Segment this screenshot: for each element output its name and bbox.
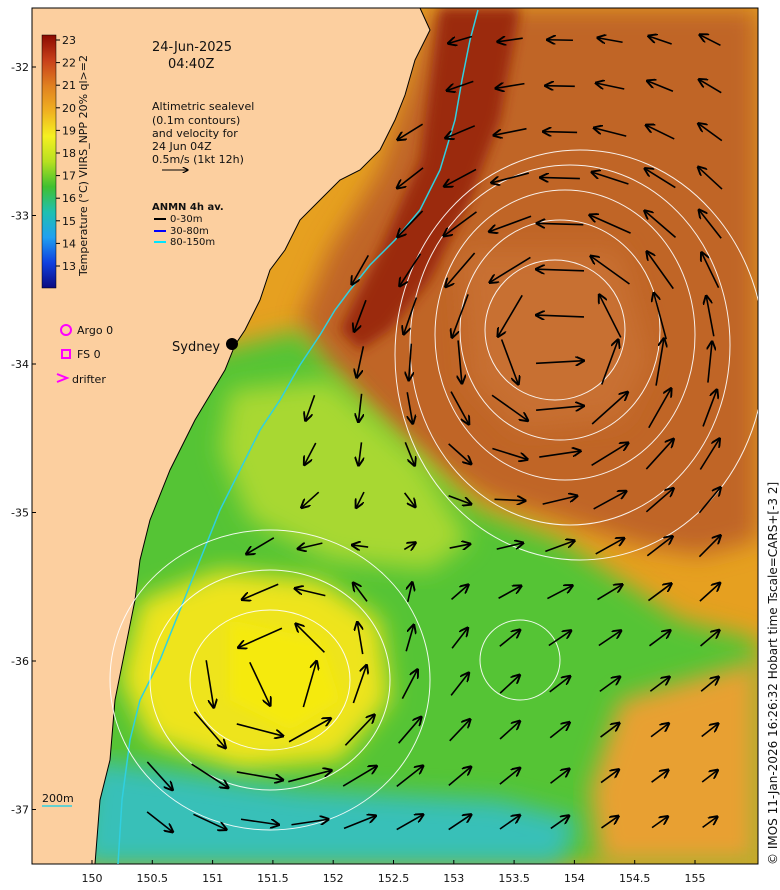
colorbar-tick-label: 17: [62, 170, 76, 183]
city-label: Sydney: [172, 340, 220, 355]
colorbar-tick-label: 13: [62, 260, 76, 273]
colorbar-tick-label: 20: [62, 102, 76, 115]
y-tick-label: -35: [11, 507, 29, 520]
x-tick-label: 153: [443, 872, 464, 885]
velocity-arrow: [543, 132, 578, 133]
velocity-arrow: [545, 86, 575, 87]
svg-text:FS 0: FS 0: [77, 348, 101, 361]
svg-text:and velocity for: and velocity for: [152, 127, 238, 140]
x-tick-label: 151: [202, 872, 223, 885]
colorbar-tick-label: 15: [62, 215, 76, 228]
svg-text:0-30m: 0-30m: [170, 214, 202, 225]
map-time: 04:40Z: [168, 57, 214, 72]
map-date: 24-Jun-2025: [152, 40, 232, 55]
svg-text:ANMN 4h av.: ANMN 4h av.: [152, 202, 224, 213]
colorbar-tick-label: 23: [62, 34, 76, 47]
svg-text:30-80m: 30-80m: [170, 226, 209, 237]
colorbar-tick-label: 16: [62, 192, 76, 205]
x-tick-label: 154.5: [619, 872, 651, 885]
x-tick-label: 150: [82, 872, 103, 885]
svg-text:24 Jun 04Z: 24 Jun 04Z: [152, 140, 212, 153]
x-tick-label: 154: [564, 872, 585, 885]
y-tick-label: -36: [11, 655, 29, 668]
colorbar-tick-label: 19: [62, 124, 76, 137]
y-tick-label: -37: [11, 804, 29, 817]
colorbar-tick-label: 14: [62, 237, 76, 250]
x-tick-label: 151.5: [257, 872, 289, 885]
svg-text:drifter: drifter: [72, 373, 106, 386]
svg-text:0.5m/s (1kt 12h): 0.5m/s (1kt 12h): [152, 153, 244, 166]
svg-text:Argo 0: Argo 0: [77, 324, 113, 337]
x-tick-label: 152: [323, 872, 344, 885]
y-tick-label: -32: [11, 61, 29, 74]
colorbar-tick-label: 18: [62, 147, 76, 160]
colorbar-tick-label: 22: [62, 57, 76, 70]
svg-text:Altimetric sealevel: Altimetric sealevel: [152, 100, 254, 113]
sst-map: Sydney 23 22 21 20 19 18 17 16 15 14 13 Temperatur…: [11, 7, 780, 885]
sst-field: [32, 8, 758, 864]
isobath-label: 200m: [42, 792, 74, 805]
x-tick-label: 150.5: [137, 872, 169, 885]
y-tick-label: -33: [11, 210, 29, 223]
x-tick-label: 153.5: [498, 872, 530, 885]
credit-text: © IMOS 11-Jan-2026 16:26:32 Hobart time …: [766, 482, 780, 865]
sydney-marker: [226, 338, 238, 350]
y-tick-label: -34: [11, 358, 29, 371]
x-tick-label: 152.5: [378, 872, 410, 885]
svg-text:(0.1m contours): (0.1m contours): [152, 114, 240, 127]
colorbar-label: Temperature (°C) VIIRS_NPP 20% ql>=2: [77, 55, 90, 277]
svg-text:80-150m: 80-150m: [170, 237, 215, 248]
colorbar: [41, 34, 57, 289]
colorbar-tick-label: 21: [62, 79, 76, 92]
x-tick-label: 155: [685, 872, 706, 885]
velocity-arrow: [540, 177, 580, 178]
